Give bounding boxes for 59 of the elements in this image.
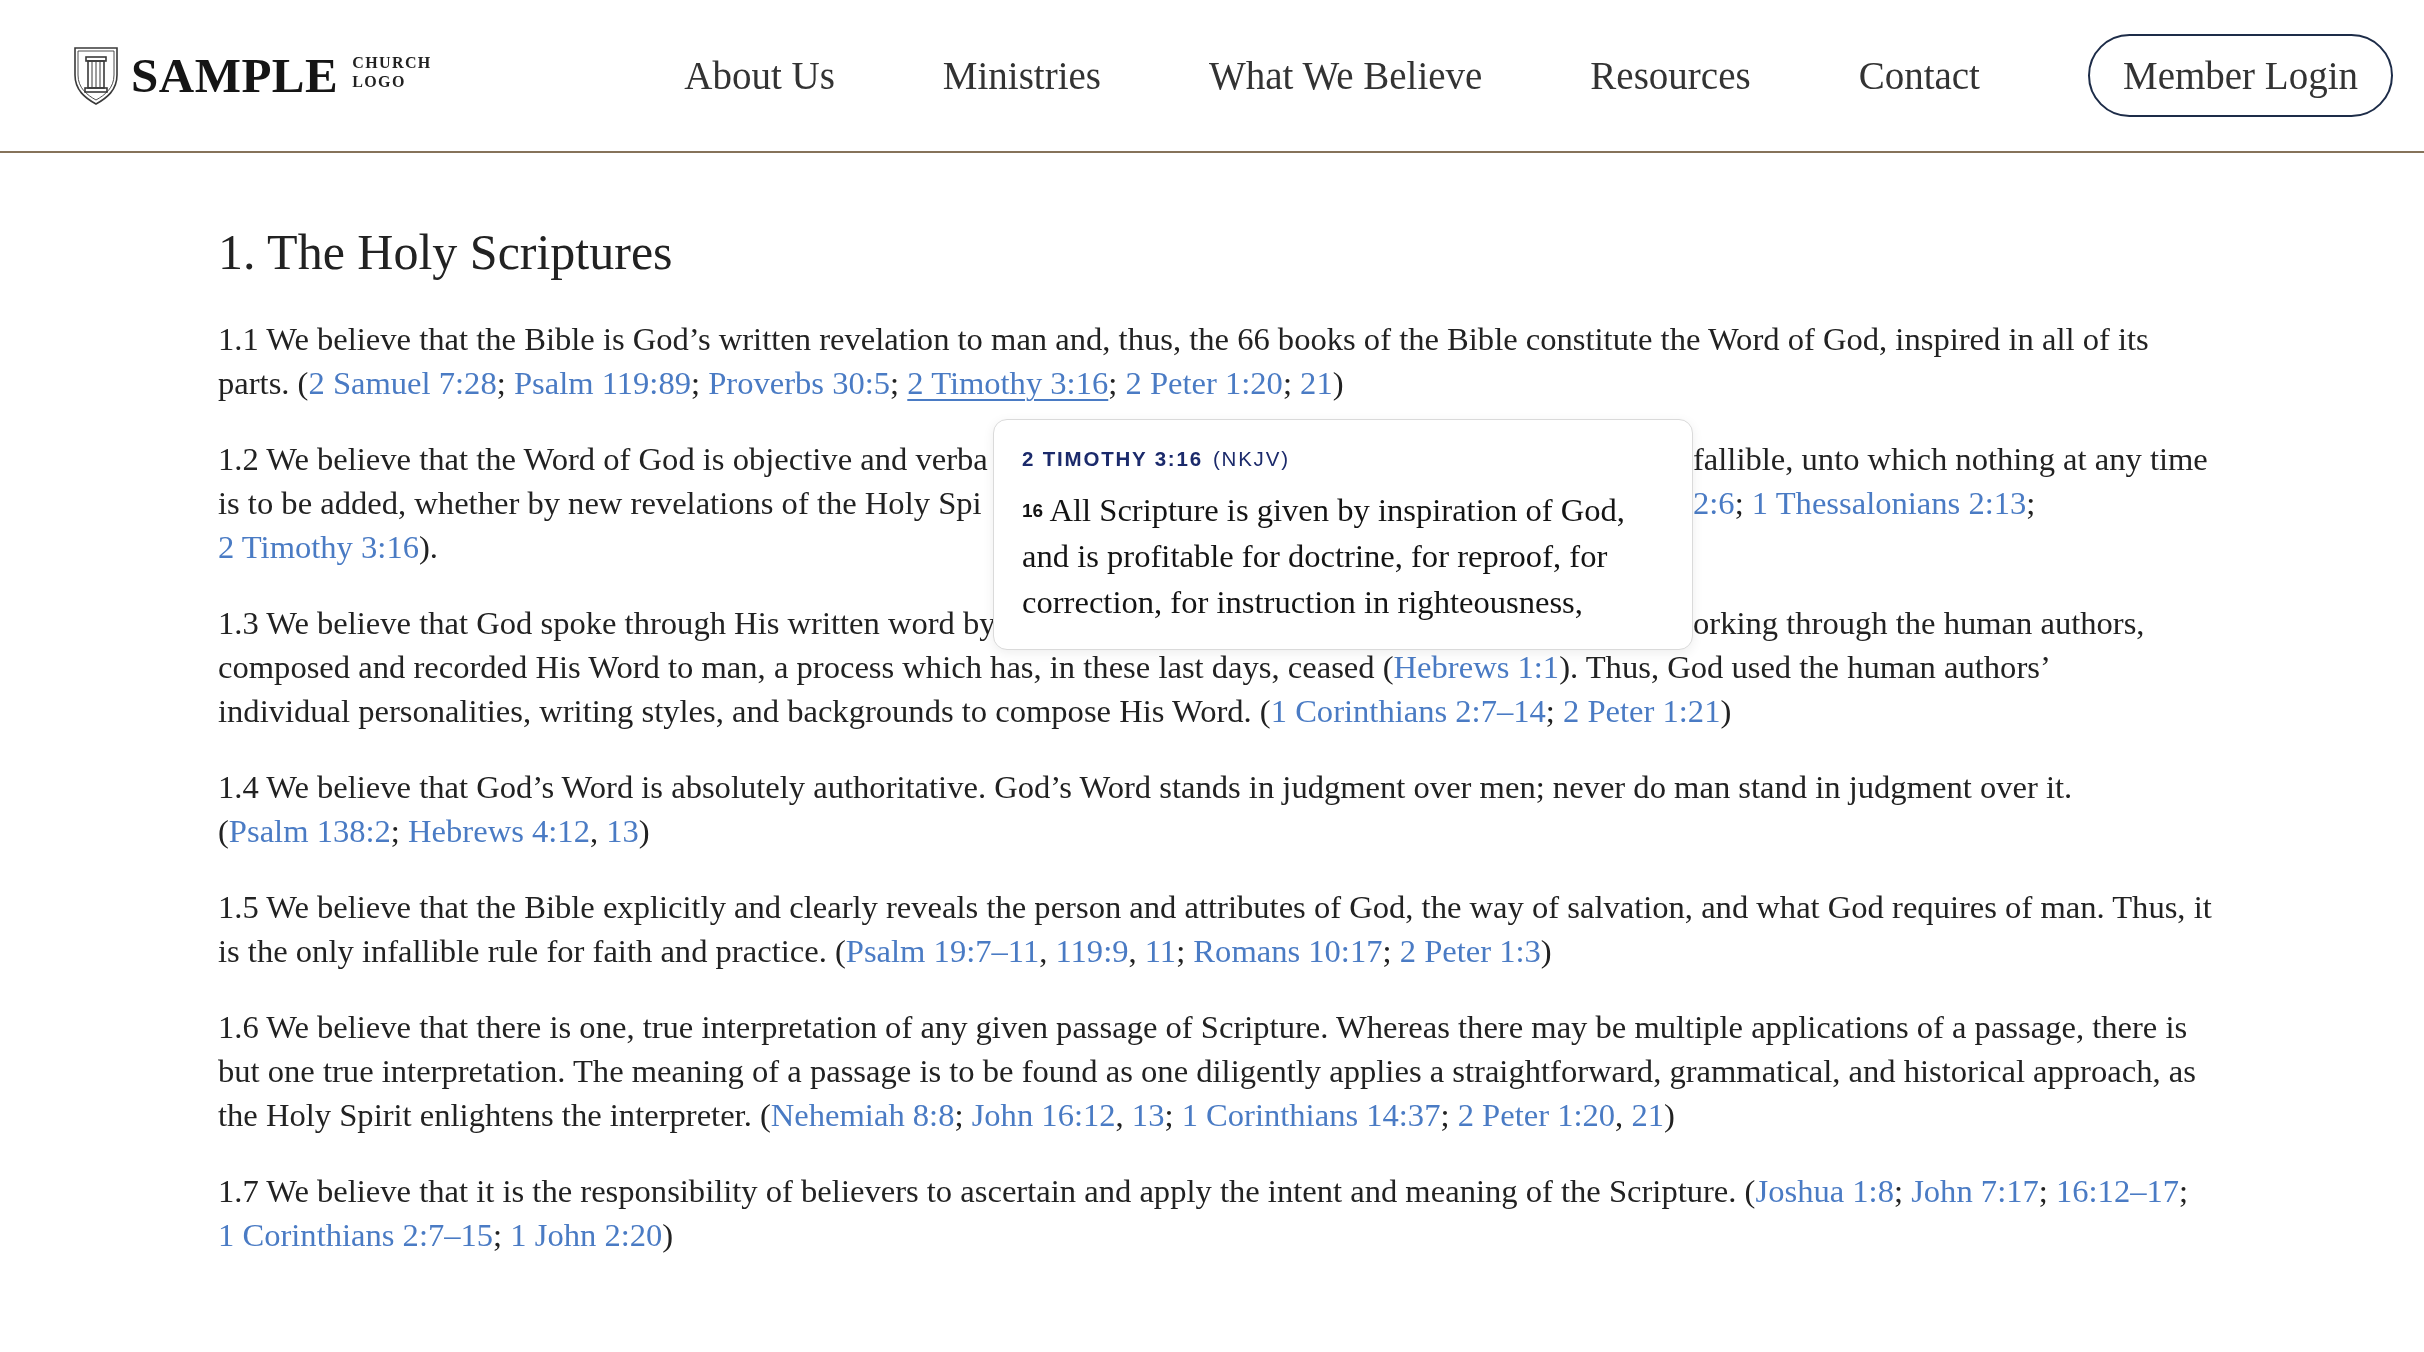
scripture-link[interactable]: 21 bbox=[1300, 365, 1333, 401]
nav-link[interactable]: Contact bbox=[1858, 56, 1980, 95]
paragraph: 1.6 We believe that there is one, true interpretation of any given passage of Scripture. Whereas there may be multiple applications of a passage, there is but one true interpretation. The meaning of a passage is to be found as one diligently applies a straightforward, grammatical, and historical approach, as the Holy Spirit enlightens the interpreter. (Nehemiah 8:8; John 16:12, 13; 1 Corinthians 14:37; 2 Peter 1:20, 21) bbox=[218, 1008, 2197, 1135]
paragraph-text: 2:6; 1 Thessalonians 2:13; bbox=[1693, 484, 2036, 523]
scripture-link[interactable]: 1 John 2:20 bbox=[510, 1217, 663, 1253]
paragraph-text: 1.2 We believe that the Word of God is objective and verba bbox=[218, 440, 988, 479]
paragraph-text: 1.3 We believe that God spoke through His written word by bbox=[218, 604, 996, 643]
nav-link[interactable]: What We Believe bbox=[1209, 56, 1483, 95]
scripture-link[interactable]: 2:6 bbox=[1693, 485, 1735, 521]
scripture-link[interactable]: 2 Peter 1:21 bbox=[1563, 693, 1721, 729]
paragraph: 1.4 We believe that God’s Word is absolutely authoritative. God’s Word stands in judgment over men; never do man stand in judgment over it. (Psalm 138:2; Hebrews 4:12, 13) bbox=[218, 768, 2074, 851]
scripture-link[interactable]: 1 Thessalonians 2:13 bbox=[1751, 485, 2027, 521]
logo-tagline: CHURCH bbox=[352, 52, 432, 72]
scripture-link[interactable]: 119:9 bbox=[1055, 933, 1129, 969]
scripture-link[interactable]: Nehemiah 8:8 bbox=[770, 1097, 955, 1133]
scripture-link[interactable]: 11 bbox=[1144, 933, 1177, 969]
scripture-link[interactable]: 1 Corinthians 14:37 bbox=[1181, 1097, 1441, 1133]
verse-text: $^{16}$ All Scripture is given by inspiration of God, and is profitable for doctrine, for reproof, for correction, for instruction in righteousness, bbox=[1022, 491, 1626, 622]
logo-wordmark: SAMPLE bbox=[131, 51, 339, 100]
paragraph-text: orking through the human authors, bbox=[1693, 604, 2145, 643]
scripture-link[interactable]: 2 Timothy 3:16 bbox=[218, 529, 419, 565]
scripture-link[interactable]: 13 bbox=[606, 813, 639, 849]
scripture-link[interactable]: Romans 10:17 bbox=[1193, 933, 1383, 969]
nav-link[interactable]: Ministries bbox=[942, 56, 1101, 95]
scripture-link[interactable]: John 16:12 bbox=[971, 1097, 1116, 1133]
scripture-link[interactable]: Psalm 119:89 bbox=[513, 365, 691, 401]
paragraph-text: 2 Timothy 3:16). bbox=[218, 528, 438, 567]
bible-version: (NKJV) bbox=[1212, 446, 1290, 472]
scripture-link[interactable]: 21 bbox=[1631, 1097, 1664, 1133]
scripture-link[interactable]: John 7:17 bbox=[1911, 1173, 2039, 1209]
scripture-link[interactable]: 1 Corinthians 2:7–15 bbox=[218, 1217, 494, 1253]
paragraph: 1.7 We believe that it is the responsibility of believers to ascertain and apply the intent and meaning of the Scripture. (Joshua 1:8; John 7:17; 16:12–17; 1 Corinthians 2:7–15; 1 John 2:20) bbox=[218, 1172, 2190, 1255]
scripture-link[interactable]: Proverbs 30:5 bbox=[708, 365, 891, 401]
shield-column-icon bbox=[73, 45, 119, 106]
scripture-link[interactable]: 1 Corinthians 2:7–14 bbox=[1270, 693, 1546, 729]
paragraph-text: is to be added, whether by new revelations of the Holy Spi bbox=[218, 484, 982, 523]
scripture-link[interactable]: Psalm 138:2 bbox=[228, 813, 391, 849]
scripture-link[interactable]: 13 bbox=[1131, 1097, 1165, 1133]
scripture-link[interactable]: Hebrews 4:12 bbox=[408, 813, 590, 849]
login-button[interactable]: Member Login bbox=[2087, 34, 2393, 117]
scripture-link[interactable]: Hebrews 1:1 bbox=[1393, 649, 1560, 685]
paragraph: 1.1 We believe that the Bible is God’s written revelation to man and, thus, the 66 books of the Bible constitute the Word of God, inspired in all of its parts. (2 Samuel 7:28; Psalm 119:89; Proverbs 30:5; 2 Timothy 3:16; 2 Peter 1:20; 21) bbox=[218, 320, 2150, 403]
scripture-link[interactable]: Psalm 19:7–11 bbox=[845, 933, 1040, 969]
paragraph-text: individual personalities, writing styles, and backgrounds to compose His Word. (1 Corinthians 2:7–14; 2 Peter 1:21) bbox=[218, 692, 1732, 731]
verse-reference: 2 TIMOTHY 3:16 bbox=[1022, 446, 1203, 472]
scripture-link[interactable]: 16:12–17 bbox=[2055, 1173, 2180, 1209]
paragraph: 1.5 We believe that the Bible explicitly and clearly reveals the person and attributes of God, the way of salvation, and what God requires of man. Thus, it is the only infallible rule for faith and practice. (Psalm 19:7–11, 119:9, 11; Romans 10:17; 2 Peter 1:3) bbox=[218, 888, 2213, 971]
paragraph-text: composed and recorded His Word to man, a process which has, in these last days, ceased (Hebrews 1:1). Thus, God used the human authors’ bbox=[218, 648, 2051, 687]
scripture-link[interactable]: 2 Peter 1:3 bbox=[1399, 933, 1541, 969]
logo-tagline: LOGO bbox=[352, 71, 407, 91]
scripture-link[interactable]: 2 Peter 1:20 bbox=[1125, 365, 1283, 401]
paragraph-text: fallible, unto which nothing at any time bbox=[1693, 440, 2208, 479]
nav-link[interactable]: About Us bbox=[684, 56, 835, 95]
section-heading: 1. The Holy Scriptures bbox=[218, 223, 674, 282]
scripture-link[interactable]: 2 Samuel 7:28 bbox=[308, 365, 497, 401]
scripture-link[interactable]: 2 Peter 1:20 bbox=[1457, 1097, 1616, 1133]
scripture-link[interactable]: Joshua 1:8 bbox=[1755, 1173, 1894, 1209]
nav-link[interactable]: Resources bbox=[1590, 56, 1751, 95]
scripture-link[interactable]: 2 Timothy 3:16 bbox=[907, 365, 1109, 401]
